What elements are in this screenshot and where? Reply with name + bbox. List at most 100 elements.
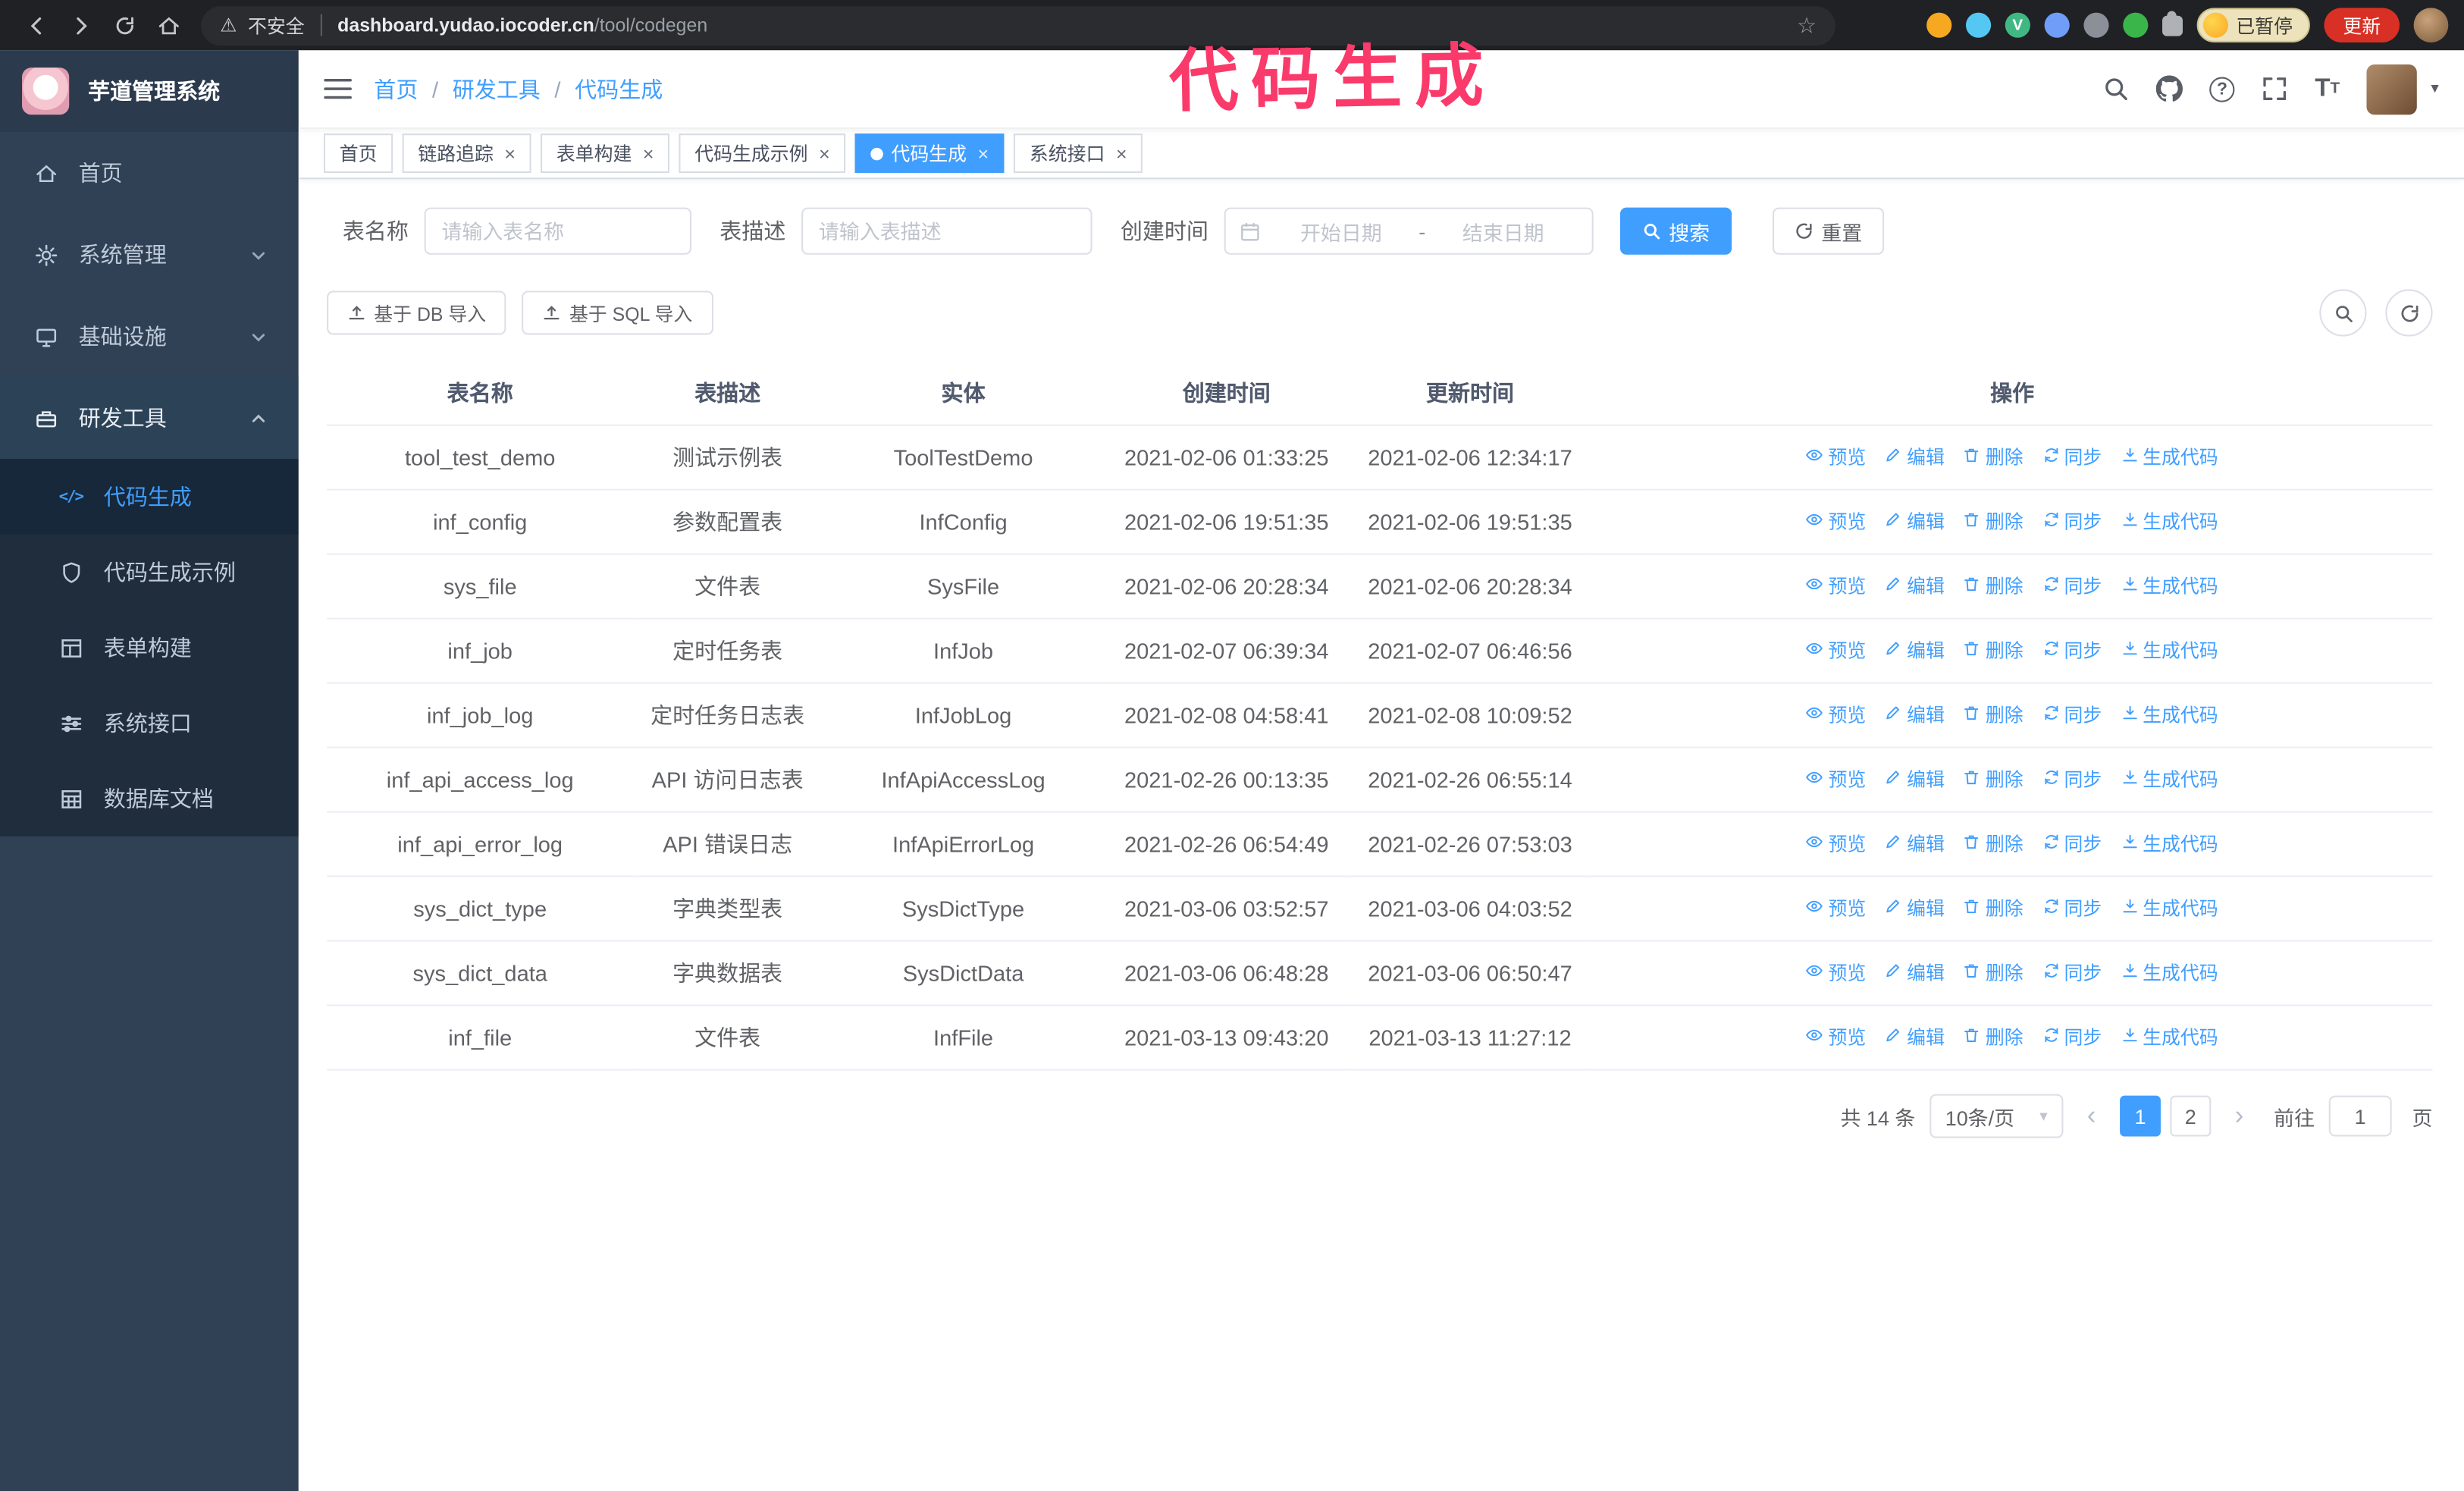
- row-action-edit[interactable]: 编辑: [1885, 891, 1945, 926]
- browser-reload-icon[interactable]: [104, 5, 145, 46]
- view-tab[interactable]: 代码生成示例 ×: [679, 133, 846, 173]
- row-action-preview[interactable]: 预览: [1806, 504, 1866, 539]
- pagination-prev-button[interactable]: ‹: [2077, 1095, 2106, 1137]
- row-action-delete[interactable]: 删除: [1964, 1020, 2024, 1055]
- bookmark-star-icon[interactable]: ☆: [1797, 12, 1817, 39]
- row-action-delete[interactable]: 删除: [1964, 891, 2024, 926]
- browser-update-button[interactable]: 更新: [2324, 8, 2400, 42]
- row-action-generate-code[interactable]: 生成代码: [2121, 891, 2218, 926]
- table-desc-input[interactable]: [801, 207, 1092, 255]
- breadcrumb-item[interactable]: 研发工具: [453, 73, 541, 104]
- pagination-next-button[interactable]: ›: [2224, 1095, 2254, 1137]
- sidebar-toggle-icon[interactable]: [324, 77, 352, 101]
- row-action-preview[interactable]: 预览: [1806, 762, 1866, 797]
- extensions-puzzle-icon[interactable]: [2161, 10, 2183, 36]
- row-action-delete[interactable]: 删除: [1964, 827, 2024, 862]
- app-logo[interactable]: 芋道管理系统: [0, 50, 299, 133]
- row-action-delete[interactable]: 删除: [1964, 698, 2024, 733]
- row-action-generate-code[interactable]: 生成代码: [2121, 956, 2218, 990]
- extension-icon[interactable]: [2083, 12, 2109, 38]
- user-menu-caret-icon[interactable]: ▾: [2431, 80, 2438, 98]
- row-action-edit[interactable]: 编辑: [1885, 762, 1945, 797]
- vue-devtools-extension-icon[interactable]: V: [2005, 12, 2030, 38]
- row-action-edit[interactable]: 编辑: [1885, 827, 1945, 862]
- row-action-preview[interactable]: 预览: [1806, 569, 1866, 604]
- breadcrumb-item[interactable]: 代码生成: [575, 73, 663, 104]
- sidebar-subitem[interactable]: 系统接口: [0, 686, 299, 761]
- row-action-sync[interactable]: 同步: [2042, 569, 2102, 604]
- import-sql-button[interactable]: 基于 SQL 导入: [522, 290, 713, 335]
- sidebar-item[interactable]: 系统管理: [0, 214, 299, 296]
- sidebar-item[interactable]: 研发工具: [0, 377, 299, 460]
- pagination-page-2[interactable]: 2: [2170, 1095, 2212, 1137]
- extension-icon[interactable]: [1926, 12, 1952, 38]
- row-action-preview[interactable]: 预览: [1806, 698, 1866, 733]
- recording-paused-badge[interactable]: 已暂停: [2196, 8, 2310, 42]
- row-action-sync[interactable]: 同步: [2042, 1020, 2102, 1055]
- search-icon[interactable]: [2102, 75, 2129, 102]
- pagination-page-1[interactable]: 1: [2120, 1095, 2161, 1137]
- browser-profile-avatar[interactable]: [2413, 8, 2449, 42]
- view-tab[interactable]: 系统接口 ×: [1014, 133, 1143, 173]
- reset-button[interactable]: 重置: [1773, 207, 1885, 255]
- row-action-preview[interactable]: 预览: [1806, 827, 1866, 862]
- tab-close-icon[interactable]: ×: [977, 143, 989, 165]
- toggle-search-icon[interactable]: [2319, 289, 2367, 337]
- table-name-input[interactable]: [424, 207, 691, 255]
- create-time-range-picker[interactable]: 开始日期 - 结束日期: [1224, 207, 1594, 255]
- row-action-delete[interactable]: 删除: [1964, 504, 2024, 539]
- import-db-button[interactable]: 基于 DB 导入: [327, 290, 507, 335]
- sidebar-subitem[interactable]: 数据库文档: [0, 761, 299, 836]
- row-action-sync[interactable]: 同步: [2042, 698, 2102, 733]
- tab-close-icon[interactable]: ×: [504, 143, 516, 165]
- view-tab[interactable]: 表单构建 ×: [541, 133, 670, 173]
- row-action-delete[interactable]: 删除: [1964, 762, 2024, 797]
- row-action-edit[interactable]: 编辑: [1885, 440, 1945, 475]
- row-action-generate-code[interactable]: 生成代码: [2121, 440, 2218, 475]
- row-action-sync[interactable]: 同步: [2042, 891, 2102, 926]
- sidebar-subitem[interactable]: </> 代码生成: [0, 459, 299, 535]
- view-tab[interactable]: 代码生成 ×: [854, 133, 1005, 173]
- row-action-generate-code[interactable]: 生成代码: [2121, 633, 2218, 668]
- sidebar-subitem[interactable]: 表单构建: [0, 610, 299, 685]
- row-action-preview[interactable]: 预览: [1806, 440, 1866, 475]
- row-action-generate-code[interactable]: 生成代码: [2121, 762, 2218, 797]
- browser-home-icon[interactable]: [148, 5, 189, 46]
- row-action-delete[interactable]: 删除: [1964, 440, 2024, 475]
- row-action-preview[interactable]: 预览: [1806, 1020, 1866, 1055]
- row-action-sync[interactable]: 同步: [2042, 504, 2102, 539]
- row-action-sync[interactable]: 同步: [2042, 440, 2102, 475]
- row-action-sync[interactable]: 同步: [2042, 762, 2102, 797]
- view-tab[interactable]: 链路追踪 ×: [402, 133, 531, 173]
- sidebar-item[interactable]: 首页: [0, 132, 299, 214]
- row-action-sync[interactable]: 同步: [2042, 956, 2102, 990]
- font-size-icon[interactable]: TT: [2315, 75, 2340, 102]
- tab-close-icon[interactable]: ×: [1116, 143, 1127, 165]
- row-action-edit[interactable]: 编辑: [1885, 504, 1945, 539]
- row-action-sync[interactable]: 同步: [2042, 827, 2102, 862]
- user-avatar[interactable]: [2366, 63, 2417, 115]
- row-action-preview[interactable]: 预览: [1806, 891, 1866, 926]
- row-action-edit[interactable]: 编辑: [1885, 633, 1945, 668]
- extension-icon[interactable]: [2123, 12, 2149, 38]
- github-icon[interactable]: [2155, 75, 2183, 102]
- extension-icon[interactable]: [1965, 12, 1992, 38]
- help-icon[interactable]: ?: [2209, 76, 2235, 102]
- browser-forward-icon[interactable]: [60, 5, 101, 46]
- row-action-edit[interactable]: 编辑: [1885, 1020, 1945, 1055]
- row-action-generate-code[interactable]: 生成代码: [2121, 504, 2218, 539]
- row-action-delete[interactable]: 删除: [1964, 633, 2024, 668]
- breadcrumb-item[interactable]: 首页: [374, 73, 418, 104]
- row-action-generate-code[interactable]: 生成代码: [2121, 698, 2218, 733]
- tab-close-icon[interactable]: ×: [819, 143, 830, 165]
- row-action-generate-code[interactable]: 生成代码: [2121, 1020, 2218, 1055]
- sidebar-subitem[interactable]: 代码生成示例: [0, 535, 299, 610]
- row-action-edit[interactable]: 编辑: [1885, 698, 1945, 733]
- address-bar[interactable]: ⚠ 不安全 dashboard.yudao.iocoder.cn/tool/co…: [201, 5, 1835, 46]
- row-action-edit[interactable]: 编辑: [1885, 569, 1945, 604]
- tab-close-icon[interactable]: ×: [643, 143, 654, 165]
- fullscreen-icon[interactable]: [2262, 75, 2288, 102]
- row-action-generate-code[interactable]: 生成代码: [2121, 827, 2218, 862]
- page-size-select[interactable]: 10条/页 ▾: [1929, 1094, 2064, 1138]
- extension-icon[interactable]: [2044, 12, 2070, 38]
